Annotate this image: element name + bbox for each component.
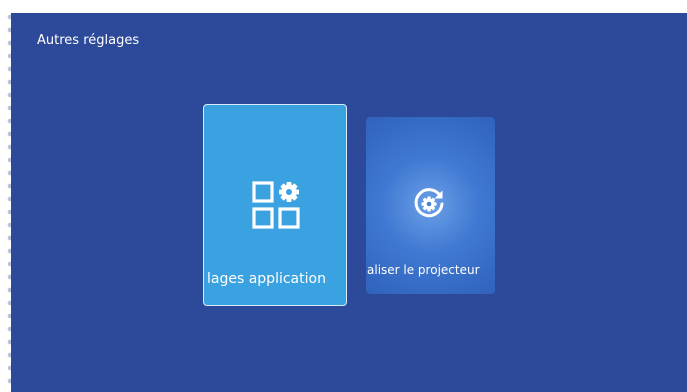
settings-screen: Autres réglages lages application aliser… [11,13,687,392]
reset-projector-card[interactable]: aliser le projecteur [366,117,495,294]
reset-icon [414,188,444,218]
reset-projector-label: aliser le projecteur [367,263,480,277]
app-settings-label: lages application [207,271,326,287]
app-settings-card[interactable]: lages application [203,104,347,306]
apps-settings-icon [252,181,300,229]
page-title: Autres réglages [37,33,140,48]
